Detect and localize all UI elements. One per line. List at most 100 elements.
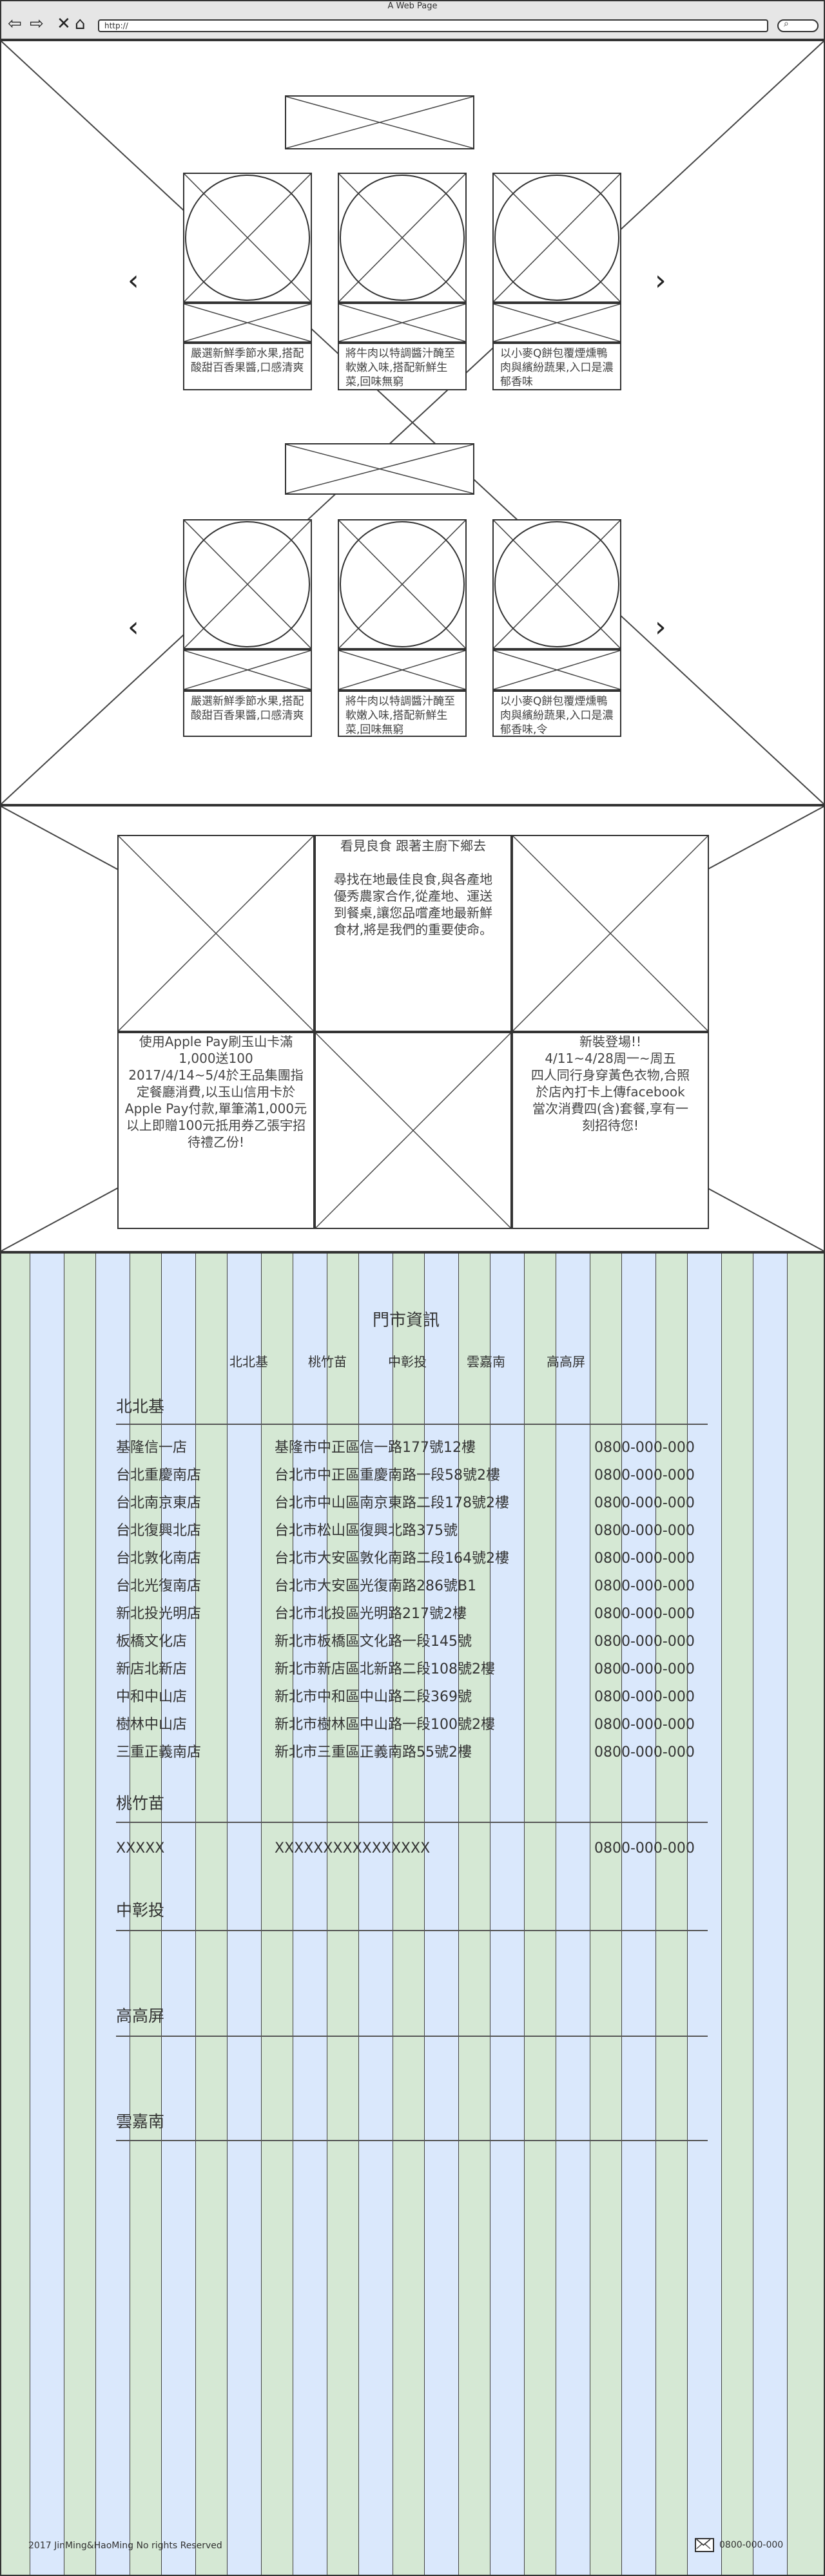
tab-taoyuan[interactable]: 桃竹苗 — [308, 1353, 347, 1371]
store-address: 台北市大安區光復南路286號B1 — [275, 1578, 477, 1594]
tab-central[interactable]: 中彰投 — [388, 1353, 427, 1371]
grid-column — [30, 1254, 64, 2575]
footer-phone[interactable]: 0800-000-000 — [719, 2539, 783, 2551]
store-name: 台北光復南店 — [116, 1578, 202, 1594]
region-heading: 北北基 — [116, 1397, 165, 1416]
store-address: 台北市中山區南京東路二段178號2樓 — [275, 1495, 509, 1511]
store-phone[interactable]: 0800-000-000 — [594, 1840, 695, 1858]
carousel-prev-arrow[interactable]: ‹ — [128, 613, 139, 642]
store-address: 新北市樹林區中山路一段100號2樓 — [275, 1717, 495, 1733]
carousel-next-arrow[interactable]: › — [655, 613, 666, 642]
store-phone[interactable]: 0800-000-000 — [594, 1688, 695, 1706]
intro-panel: 看見良食 跟著主廚下鄉去 尋找在地最佳良食,與各產地優秀農家合作,從產地、運送到… — [315, 835, 512, 1032]
address-bar[interactable]: http:// — [98, 19, 768, 32]
intro-title: 看見良食 跟著主廚下鄉去 — [340, 838, 487, 854]
back-icon[interactable]: ⇦ — [8, 14, 22, 33]
grid-column — [490, 1254, 525, 2575]
product-image[interactable] — [492, 173, 621, 303]
product-image[interactable] — [338, 519, 467, 649]
forward-icon[interactable]: ⇨ — [30, 14, 44, 33]
product-image[interactable] — [492, 519, 621, 649]
store-name: 台北敦化南店 — [116, 1550, 202, 1567]
product-image[interactable] — [338, 173, 467, 303]
store-address: 基隆市中正區信一路177號12樓 — [275, 1440, 476, 1456]
product-subimage — [338, 649, 467, 691]
browser-search-field[interactable]: ⌕ — [777, 19, 819, 32]
intro-body: 尋找在地最佳良食,與各產地優秀農家合作,從產地、運送到餐桌,讓您品嚐產地最新鮮食… — [333, 872, 493, 937]
store-address: 新北市三重區正義南路55號2樓 — [275, 1744, 472, 1760]
divider — [116, 2140, 708, 2141]
promo-applepay: 使用Apple Pay刷玉山卡滿1,000送100 2017/4/14~5/4於… — [117, 1032, 315, 1229]
store-phone[interactable]: 0800-000-000 — [594, 1661, 695, 1679]
tab-kaohsiung[interactable]: 高高屏 — [547, 1353, 585, 1371]
store-address: 台北市北投區光明路217號2樓 — [275, 1606, 467, 1622]
home-icon[interactable]: ⌂ — [75, 14, 86, 33]
store-name: 台北南京東店 — [116, 1495, 202, 1511]
store-phone[interactable]: 0800-000-000 — [594, 1467, 695, 1485]
window-title: A Web Page — [387, 1, 438, 11]
about-image — [117, 835, 315, 1032]
tab-chiayi[interactable]: 雲嘉南 — [467, 1353, 505, 1371]
grid-column — [227, 1254, 262, 2575]
store-address: 台北市中正區重慶南路一段58號2樓 — [275, 1467, 500, 1484]
store-phone[interactable]: 0800-000-000 — [594, 1550, 695, 1568]
product-subimage — [183, 303, 312, 343]
store-name: 板橋文化店 — [116, 1634, 188, 1650]
product-caption: 嚴選新鮮季節水果,搭配酸甜百香果醬,口感清爽 — [183, 343, 312, 390]
promo-right-body: 4/11~4/28周一~周五 四人同行身穿黃色衣物,合照於店內打卡上傳faceb… — [530, 1051, 690, 1133]
copyright: 2017 JinMing&HaoMing No rights Reserved — [28, 2541, 222, 2551]
promo-image — [315, 1032, 512, 1229]
promo-right-title: 新裝登場!! — [579, 1034, 642, 1049]
divider — [116, 1822, 708, 1823]
region-heading: 中彰投 — [116, 1901, 165, 1920]
store-name: 新北投光明店 — [116, 1606, 202, 1622]
product-caption: 以小麥Q餅包覆煙燻鴨肉與繽紛蔬果,入口是濃郁香味,令 — [492, 691, 621, 737]
divider — [116, 1930, 708, 1931]
carousel-prev-arrow[interactable]: ‹ — [128, 267, 139, 295]
mail-icon[interactable] — [695, 2538, 714, 2552]
tab-north[interactable]: 北北基 — [229, 1353, 268, 1371]
store-phone[interactable]: 0800-000-000 — [594, 1494, 695, 1512]
carousel-title-image — [285, 95, 474, 149]
divider — [116, 1424, 708, 1425]
product-subimage — [338, 303, 467, 343]
store-phone[interactable]: 0800-000-000 — [594, 1716, 695, 1734]
region-heading: 高高屏 — [116, 2007, 165, 2025]
search-icon: ⌕ — [784, 19, 789, 29]
product-caption: 以小麥Q餅包覆煙燻鴨肉與繽紛蔬果,入口是濃郁香味 — [492, 343, 621, 390]
product-subimage — [183, 649, 312, 691]
close-icon[interactable]: ✕ — [57, 14, 71, 33]
store-phone[interactable]: 0800-000-000 — [594, 1578, 695, 1596]
divider — [116, 2036, 708, 2037]
store-phone[interactable]: 0800-000-000 — [594, 1605, 695, 1623]
store-address: 新北市新店區北新路二段108號2樓 — [275, 1661, 495, 1677]
product-image[interactable] — [183, 173, 312, 303]
store-address: 新北市中和區中山路二段369號 — [275, 1689, 472, 1705]
product-caption: 嚴選新鮮季節水果,搭配酸甜百香果醬,口感清爽 — [183, 691, 312, 737]
store-address: 新北市板橋區文化路一段145號 — [275, 1634, 472, 1650]
region-heading: 桃竹苗 — [116, 1794, 165, 1813]
store-phone[interactable]: 0800-000-000 — [594, 1633, 695, 1651]
store-name: 基隆信一店 — [116, 1440, 188, 1456]
store-name: 新店北新店 — [116, 1661, 188, 1677]
stores-title: 門市資訊 — [373, 1311, 440, 1330]
store-name: 台北復興北店 — [116, 1523, 202, 1539]
region-heading: 雲嘉南 — [116, 2112, 165, 2131]
store-address: 台北市松山區復興北路375號 — [275, 1523, 458, 1539]
store-name: 三重正義南店 — [116, 1744, 202, 1760]
promo-new-outfit: 新裝登場!! 4/11~4/28周一~周五 四人同行身穿黃色衣物,合照於店內打卡… — [512, 1032, 709, 1229]
store-name: XXXXX — [116, 1840, 165, 1856]
carousel-title-image — [285, 443, 474, 495]
store-phone[interactable]: 0800-000-000 — [594, 1744, 695, 1762]
store-phone[interactable]: 0800-000-000 — [594, 1522, 695, 1540]
product-caption: 將牛肉以特調醬汁醃至軟嫩入味,搭配新鮮生菜,回味無窮 — [338, 691, 467, 737]
product-subimage — [492, 303, 621, 343]
product-image[interactable] — [183, 519, 312, 649]
store-address: XXXXXXXXXXXXXXXX — [275, 1840, 431, 1856]
store-address: 台北市大安區敦化南路二段164號2樓 — [275, 1550, 509, 1567]
store-name: 台北重慶南店 — [116, 1467, 202, 1484]
grid-column — [556, 1254, 590, 2575]
store-phone[interactable]: 0800-000-000 — [594, 1439, 695, 1457]
product-subimage — [492, 649, 621, 691]
carousel-next-arrow[interactable]: › — [655, 267, 666, 295]
